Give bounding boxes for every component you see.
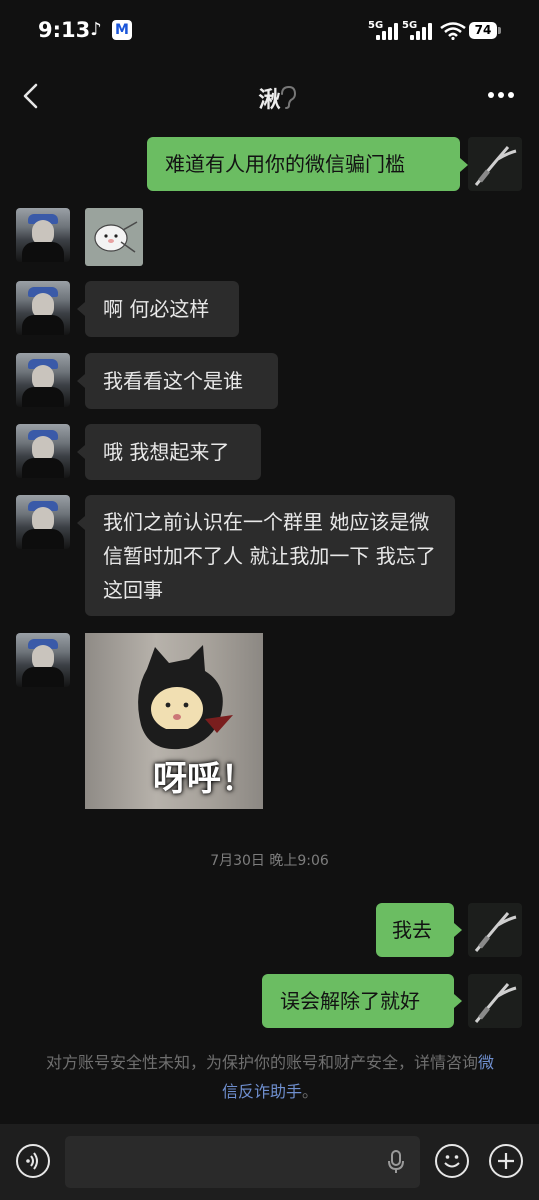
battery-cap [498, 27, 501, 34]
status-bar: 9:13 ♪ M 5G 5G 74 [0, 0, 539, 62]
message-input[interactable] [65, 1136, 420, 1188]
security-notice: 对方账号安全性未知，为保护你的账号和财产安全，详情咨询微信反诈助手。 [40, 1048, 500, 1106]
notice-text: 对方账号安全性未知，为保护你的账号和财产安全，详情咨询 [45, 1053, 478, 1072]
contact-avatar[interactable] [16, 495, 70, 549]
contact-avatar[interactable] [16, 353, 70, 407]
more-dots-icon[interactable] [486, 92, 516, 100]
sticker-caption: 呀呼！ [153, 759, 255, 799]
status-time: 9:13 [38, 18, 91, 42]
wifi-icon [440, 22, 466, 40]
mail-app-icon: M [112, 20, 132, 40]
mic-icon[interactable] [386, 1149, 406, 1175]
signal-icon-1 [376, 22, 398, 40]
emoji-icon[interactable] [435, 1144, 469, 1178]
input-bar [0, 1124, 539, 1200]
ear-icon [281, 85, 297, 109]
timestamp: 7月30日 晚上9:06 [210, 853, 329, 869]
battery-indicator: 74 [469, 22, 497, 39]
tiktok-icon: ♪ [90, 19, 102, 40]
sticker-image[interactable]: 呀呼！ [85, 633, 263, 809]
chat-title[interactable]: 湫 [0, 82, 539, 114]
my-avatar[interactable] [468, 974, 522, 1028]
message-bubble-me[interactable]: 我去 [376, 903, 454, 957]
message-bubble-other[interactable]: 哦 我想起来了 [85, 424, 261, 480]
message-bubble-other[interactable]: 啊 何必这样 [85, 281, 239, 337]
voice-icon[interactable] [16, 1144, 50, 1178]
message-bubble-other[interactable]: 我看看这个是谁 [85, 353, 278, 409]
plus-icon[interactable] [489, 1144, 523, 1178]
message-bubble-me[interactable]: 误会解除了就好 [262, 974, 454, 1028]
my-avatar[interactable] [468, 137, 522, 191]
contact-avatar[interactable] [16, 424, 70, 478]
my-avatar[interactable] [468, 903, 522, 957]
notice-end: 。 [302, 1082, 319, 1101]
signal-icon-2 [410, 22, 432, 40]
message-bubble-me[interactable]: 难道有人用你的微信骗门槛 [147, 137, 460, 191]
bunny-sticker-icon[interactable] [85, 208, 143, 266]
contact-avatar[interactable] [16, 281, 70, 335]
contact-avatar[interactable] [16, 208, 70, 262]
message-bubble-other[interactable]: 我们之前认识在一个群里 她应该是微信暂时加不了人 就让我加一下 我忘了这回事 [85, 495, 455, 616]
chat-header: 湫 [0, 62, 539, 132]
contact-avatar[interactable] [16, 633, 70, 687]
